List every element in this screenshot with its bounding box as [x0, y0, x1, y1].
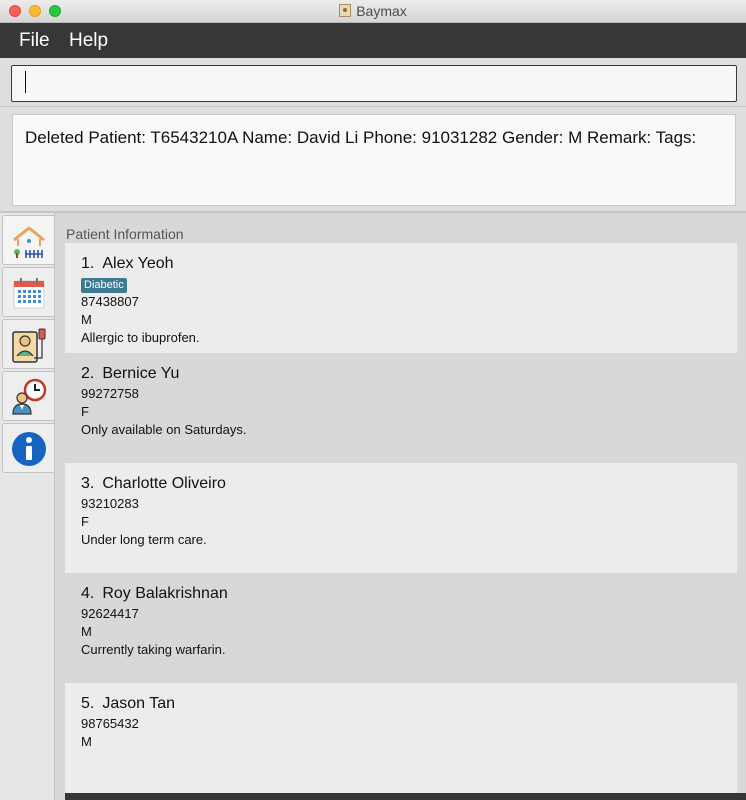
side-tab-strip [0, 213, 55, 800]
tag-badge: Diabetic [81, 278, 127, 293]
menu-bar: File Help [0, 23, 746, 58]
patient-phone: 93210283 [81, 496, 139, 511]
patient-name: 1. Alex Yeoh [81, 255, 721, 275]
patient-card[interactable]: 4. Roy Balakrishnan 92624417 M Currently … [65, 573, 737, 683]
patient-card[interactable]: 3. Charlotte Oliveiro 93210283 F Under lo… [65, 463, 737, 573]
patient-index: 5. [81, 695, 95, 712]
command-box [0, 58, 746, 107]
patient-name-text: Jason Tan [102, 695, 175, 712]
result-display-area: Deleted Patient: T6543210A Name: David L… [0, 107, 746, 213]
patient-name: 2. Bernice Yu [81, 365, 721, 385]
status-bar [65, 793, 746, 800]
patient-remark: Allergic to ibuprofen. [81, 330, 200, 345]
patient-card[interactable]: 2. Bernice Yu 99272758 F Only available o… [65, 353, 737, 463]
patient-remark: Currently taking warfarin. [81, 642, 226, 657]
window-title: Baymax [0, 3, 746, 19]
patient-gender: F [81, 514, 89, 529]
tab-info[interactable] [2, 423, 54, 473]
patient-name-text: Bernice Yu [102, 365, 180, 382]
patient-remark: Only available on Saturdays. [81, 422, 247, 437]
tab-calendar[interactable] [2, 267, 54, 317]
patient-card[interactable]: 1. Alex Yeoh Diabetic 87438807 M Allergic… [65, 243, 737, 353]
info-icon [12, 432, 46, 466]
patient-monitor-icon [12, 328, 46, 363]
calendar-icon [13, 278, 45, 309]
patient-name: 3. Charlotte Oliveiro [81, 475, 721, 495]
doctor-clock-icon [12, 378, 47, 415]
patient-name-text: Roy Balakrishnan [102, 585, 228, 602]
panel-title: Patient Information [66, 226, 184, 242]
window-title-text: Baymax [356, 3, 407, 19]
patient-phone: 99272758 [81, 386, 139, 401]
patient-name: 4. Roy Balakrishnan [81, 585, 721, 605]
patient-gender: M [81, 624, 92, 639]
patient-gender: M [81, 734, 92, 749]
tab-appointments[interactable] [2, 371, 54, 421]
result-display: Deleted Patient: T6543210A Name: David L… [12, 114, 736, 206]
patient-phone: 92624417 [81, 606, 139, 621]
menu-help[interactable]: Help [69, 30, 108, 52]
patient-index: 3. [81, 475, 95, 492]
patient-index: 2. [81, 365, 95, 382]
text-cursor [25, 71, 26, 93]
patient-card[interactable]: 5. Jason Tan 98765432 M [65, 683, 737, 793]
app-icon [339, 4, 352, 17]
patient-name-text: Alex Yeoh [102, 255, 174, 272]
window-titlebar: Baymax [0, 0, 746, 23]
command-input[interactable] [11, 65, 737, 102]
patient-phone: 98765432 [81, 716, 139, 731]
patient-remark: Under long term care. [81, 532, 207, 547]
patient-name: 5. Jason Tan [81, 695, 721, 715]
patient-index: 4. [81, 585, 95, 602]
patient-name-text: Charlotte Oliveiro [102, 475, 226, 492]
home-icon [13, 226, 45, 258]
tab-home[interactable] [2, 215, 54, 265]
tab-patients[interactable] [2, 319, 54, 369]
menu-file[interactable]: File [19, 30, 50, 52]
patient-list-panel: Patient Information 1. Alex Yeoh Diabetic… [55, 213, 746, 800]
patient-gender: M [81, 312, 92, 327]
patient-gender: F [81, 404, 89, 419]
patient-index: 1. [81, 255, 95, 272]
patient-phone: 87438807 [81, 294, 139, 309]
